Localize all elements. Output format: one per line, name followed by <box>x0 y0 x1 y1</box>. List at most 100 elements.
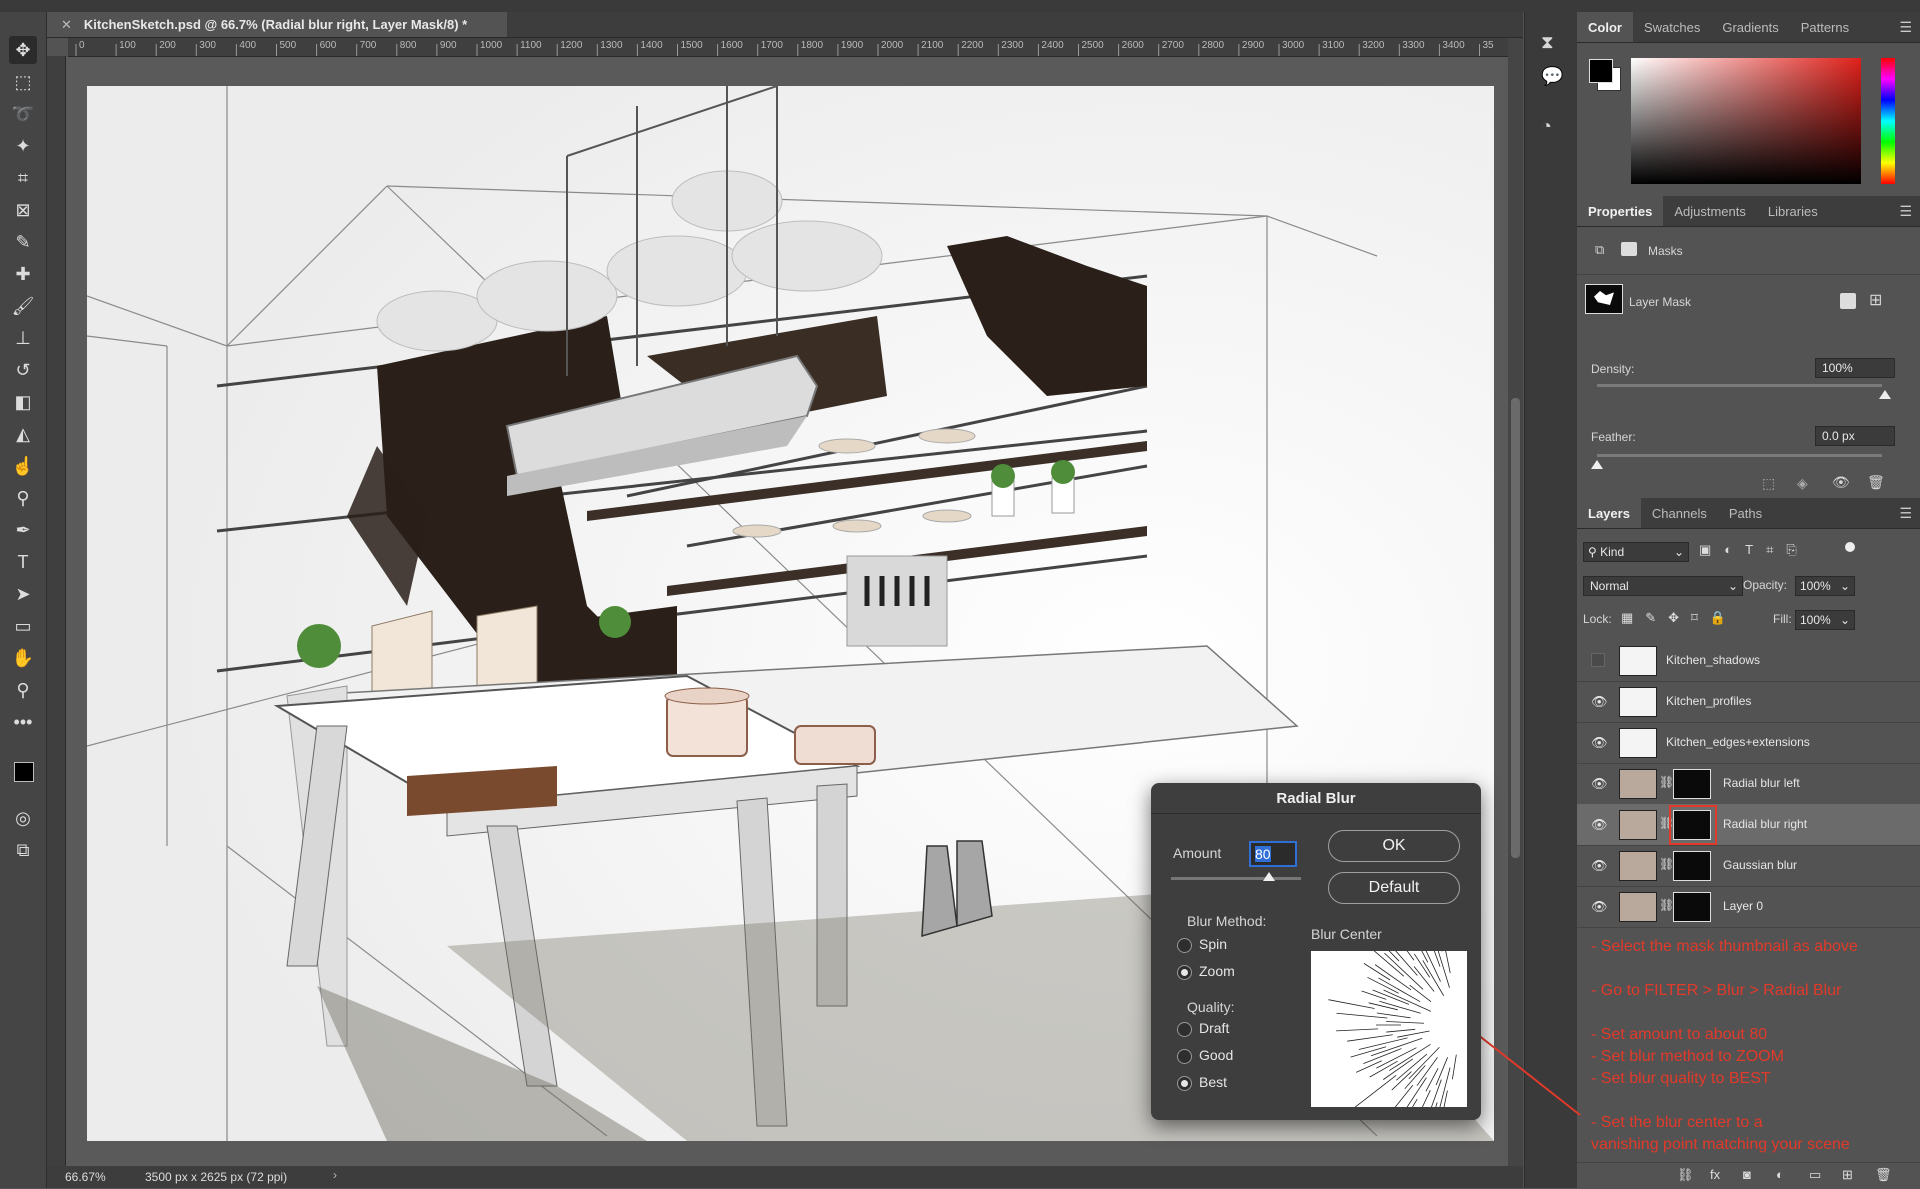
move-tool-icon[interactable]: ✥ <box>9 36 37 64</box>
add-mask-icon[interactable]: ◙ <box>1743 1167 1751 1182</box>
hue-slider[interactable] <box>1881 58 1895 184</box>
amount-slider-handle[interactable] <box>1263 872 1275 881</box>
spin-radio[interactable] <box>1177 938 1192 953</box>
path-selection-tool-icon[interactable]: ➤ <box>9 580 37 608</box>
color-picker-field[interactable] <box>1631 58 1861 184</box>
layer-row-selected[interactable]: 👁 ⛓ Radial blur right <box>1577 804 1920 846</box>
delete-layer-icon[interactable]: 🗑 <box>1875 1167 1892 1183</box>
toggle-mask-visibility-icon[interactable]: 👁 <box>1832 474 1850 491</box>
draft-radio[interactable] <box>1177 1022 1192 1037</box>
tab-adjustments[interactable]: Adjustments <box>1663 196 1757 226</box>
properties-panel-menu-icon[interactable]: ☰ <box>1899 203 1912 220</box>
blend-mode-select[interactable]: Normal⌄ <box>1583 576 1743 596</box>
scrollbar-thumb[interactable] <box>1511 398 1520 858</box>
layer-thumbnail[interactable] <box>1619 892 1657 922</box>
layer-thumbnail[interactable] <box>1619 769 1657 799</box>
layer-row[interactable]: Kitchen_shadows <box>1577 640 1920 682</box>
lasso-tool-icon[interactable]: ➰ <box>9 100 37 128</box>
healing-brush-tool-icon[interactable]: ✚ <box>9 260 37 288</box>
status-menu-chevron-icon[interactable]: › <box>333 1168 337 1182</box>
adjustment-layer-icon[interactable]: ◐ <box>1776 1167 1784 1182</box>
tab-channels[interactable]: Channels <box>1641 498 1718 528</box>
more-tools-icon[interactable]: ••• <box>9 708 37 736</box>
layer-filter-kind-select[interactable]: ⚲ Kind⌄ <box>1583 542 1689 562</box>
layer-row[interactable]: 👁 ⛓ Layer 0 <box>1577 886 1920 928</box>
eye-icon[interactable]: 👁 <box>1591 735 1605 749</box>
layer-row[interactable]: 👁 ⛓ Radial blur left <box>1577 763 1920 805</box>
density-slider[interactable] <box>1597 384 1882 387</box>
type-tool-icon[interactable]: T <box>9 548 37 576</box>
blur-center-preview[interactable] <box>1311 951 1467 1107</box>
paint-bucket-tool-icon[interactable]: ◭ <box>9 420 37 448</box>
amount-slider[interactable] <box>1171 877 1301 880</box>
layer-thumbnail[interactable] <box>1619 728 1657 758</box>
tab-color[interactable]: Color <box>1577 12 1633 42</box>
layer-thumbnail[interactable] <box>1619 687 1657 717</box>
layer-row[interactable]: 👁 ⛓ Gaussian blur <box>1577 845 1920 887</box>
pen-tool-icon[interactable]: ✒ <box>9 516 37 544</box>
tab-swatches[interactable]: Swatches <box>1633 12 1711 42</box>
history-brush-tool-icon[interactable]: ↺ <box>9 356 37 384</box>
color-panel-menu-icon[interactable]: ☰ <box>1899 19 1912 36</box>
layer-row[interactable]: 👁 Kitchen_profiles <box>1577 681 1920 723</box>
eye-icon[interactable]: 👁 <box>1591 817 1605 831</box>
eye-icon[interactable]: 👁 <box>1591 776 1605 790</box>
load-selection-icon[interactable]: ⬚ <box>1762 475 1775 492</box>
crop-tool-icon[interactable]: ⌗ <box>9 164 37 192</box>
layer-filter-icons[interactable]: ▣◐T⌗⎘ <box>1699 542 1810 558</box>
eye-icon[interactable]: 👁 <box>1591 858 1605 872</box>
tab-gradients[interactable]: Gradients <box>1711 12 1789 42</box>
tab-paths[interactable]: Paths <box>1718 498 1773 528</box>
layer-mask-thumbnail[interactable] <box>1673 892 1711 922</box>
smudge-tool-icon[interactable]: ☝ <box>9 452 37 480</box>
frame-tool-icon[interactable]: ⊠ <box>9 196 37 224</box>
quick-mask-icon[interactable]: ◎ <box>9 804 37 832</box>
link-layers-icon[interactable]: ⛓ <box>1677 1167 1694 1183</box>
eyedropper-tool-icon[interactable]: ✎ <box>9 228 37 256</box>
vertical-scrollbar[interactable] <box>1508 38 1523 1166</box>
fill-input[interactable]: 100%⌄ <box>1795 610 1855 630</box>
feather-slider[interactable] <box>1597 454 1882 457</box>
layers-panel-menu-icon[interactable]: ☰ <box>1899 505 1912 522</box>
layer-row[interactable]: 👁 Kitchen_edges+extensions <box>1577 722 1920 764</box>
ok-button[interactable]: OK <box>1328 830 1460 862</box>
magic-wand-tool-icon[interactable]: ✦ <box>9 132 37 160</box>
link-icon[interactable]: ⛓ <box>1659 857 1674 871</box>
screen-mode-icon[interactable]: ⧉ <box>9 836 37 864</box>
density-input[interactable]: 100% <box>1815 358 1895 378</box>
hand-tool-icon[interactable]: ✋ <box>9 644 37 672</box>
filter-toggle-icon[interactable] <box>1845 542 1855 552</box>
link-icon[interactable]: ⛓ <box>1659 775 1674 789</box>
link-icon[interactable]: ⛓ <box>1659 898 1674 912</box>
best-radio[interactable] <box>1177 1076 1192 1091</box>
select-mask-icon[interactable] <box>1840 293 1856 309</box>
eye-icon[interactable]: 👁 <box>1591 694 1605 708</box>
apply-mask-icon[interactable]: ◈ <box>1797 475 1808 492</box>
zoom-tool-icon[interactable]: ⚲ <box>9 676 37 704</box>
good-radio[interactable] <box>1177 1049 1192 1064</box>
rectangle-tool-icon[interactable]: ▭ <box>9 612 37 640</box>
tab-layers[interactable]: Layers <box>1577 498 1641 528</box>
layer-mask-thumbnail[interactable] <box>1673 769 1711 799</box>
amount-input[interactable]: 80 <box>1249 841 1297 867</box>
zoom-radio[interactable] <box>1177 965 1192 980</box>
document-tab[interactable]: ✕ KitchenSketch.psd @ 66.7% (Radial blur… <box>47 12 507 37</box>
feather-input[interactable]: 0.0 px <box>1815 426 1895 446</box>
delete-mask-icon[interactable]: 🗑 <box>1867 474 1885 491</box>
default-button[interactable]: Default <box>1328 872 1460 904</box>
tab-libraries[interactable]: Libraries <box>1757 196 1829 226</box>
marquee-tool-icon[interactable]: ⬚ <box>9 68 37 96</box>
eraser-tool-icon[interactable]: ◧ <box>9 388 37 416</box>
lock-icons[interactable]: ▦✎✥⌑🔒 <box>1621 610 1738 626</box>
history-panel-icon[interactable]: ⧗ <box>1541 32 1554 53</box>
new-group-icon[interactable]: ▭ <box>1809 1167 1821 1183</box>
tab-patterns[interactable]: Patterns <box>1790 12 1860 42</box>
close-tab-icon[interactable]: ✕ <box>61 17 72 33</box>
layer-thumbnail[interactable] <box>1619 810 1657 840</box>
visibility-toggle-off[interactable] <box>1591 653 1605 667</box>
layer-mask-thumbnail[interactable] <box>1673 851 1711 881</box>
foreground-color-swatch[interactable] <box>14 762 34 782</box>
tab-properties[interactable]: Properties <box>1577 196 1663 226</box>
clone-stamp-tool-icon[interactable]: ⊥ <box>9 324 37 352</box>
zoom-level[interactable]: 66.67% <box>65 1170 106 1184</box>
